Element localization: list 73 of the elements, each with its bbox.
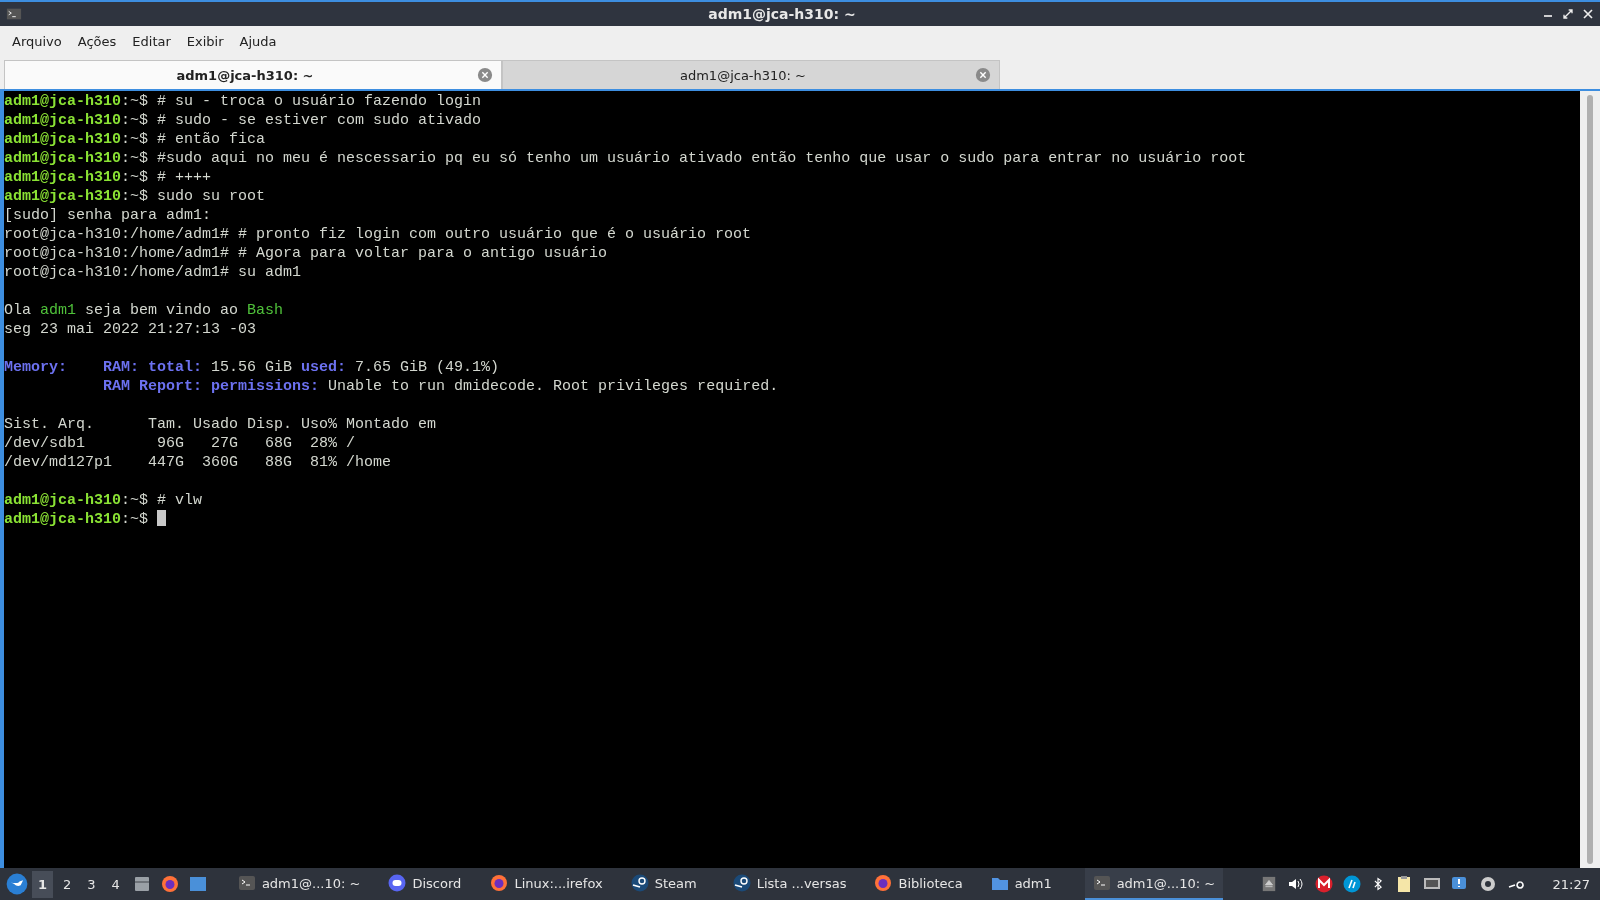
terminal-text: adm1@jca-h310 — [4, 169, 122, 186]
terminal-text: :~$ — [121, 511, 150, 528]
tab[interactable]: adm1@jca-h310: ~ — [502, 60, 1000, 89]
settings-icon[interactable] — [1478, 875, 1497, 893]
workspace-button[interactable]: 1 — [32, 870, 54, 898]
workspace-button[interactable]: 3 — [81, 870, 102, 898]
terminal-text: :~$ # então fica — [121, 131, 266, 148]
taskbar-window-button[interactable]: Lista ...versas — [724, 868, 855, 900]
terminal-text: adm1@jca-h310 — [4, 93, 122, 110]
terminal-text: Ola — [4, 302, 32, 319]
tab-label: adm1@jca-h310: ~ — [679, 67, 807, 83]
terminal-text: :~$ #sudo aqui no meu é nescessario pq eu só tenho um usuário ativado então tenho que usar o sudo para entrar no usuário root — [121, 150, 1247, 167]
bird-logo-icon[interactable] — [6, 873, 28, 895]
close-icon[interactable] — [1582, 8, 1594, 20]
terminal-text: adm1@jca-h310 — [4, 131, 122, 148]
terminal-text: adm1@jca-h310 — [4, 150, 122, 167]
taskbar-window-button[interactable]: Steam — [622, 868, 713, 900]
window-title: adm1@jca-h310: ~ — [707, 6, 857, 22]
terminal-text: RAM Report: permissions: — [102, 378, 320, 395]
terminal-text: /dev/sdb1 96G 27G 68G 28% / — [4, 435, 356, 452]
terminal-text: root@jca-h310:/home/adm1# # pronto fiz login com outro usuário que é o usuário root — [4, 226, 752, 243]
terminal-text: /dev/md127p1 447G 360G 88G 81% /home — [4, 454, 392, 471]
terminal-text: :~$ # sudo - se estiver com sudo ativado — [121, 112, 482, 129]
menu-item[interactable]: Arquivo — [4, 33, 70, 49]
terminal-text: :~$ # su - troca o usuário fazendo login — [121, 93, 482, 110]
taskbar-window-button[interactable]: Discord — [380, 868, 471, 900]
tab-label: adm1@jca-h310: ~ — [175, 67, 315, 83]
terminal-text: adm1 — [40, 302, 77, 319]
taskbar-window-button[interactable]: adm1@...10: ~ — [229, 868, 369, 900]
clock[interactable]: 21:27 — [1552, 876, 1594, 892]
desktop-icon[interactable] — [188, 875, 207, 893]
taskbar-window-button[interactable]: adm1 — [982, 868, 1073, 900]
browser-icon — [160, 875, 179, 893]
terminal-icon — [237, 874, 256, 892]
terminal-text: seja bem vindo ao — [84, 302, 240, 319]
browser-icon — [490, 874, 509, 892]
terminal-text: Bash — [247, 302, 284, 319]
workspace-button[interactable]: 4 — [105, 870, 126, 898]
taskbar-window-button[interactable]: Biblioteca — [866, 868, 971, 900]
menu-item[interactable]: Ajuda — [231, 33, 285, 49]
mail-icon[interactable] — [1314, 875, 1333, 893]
terminal-text: adm1@jca-h310 — [4, 112, 122, 129]
menu-item[interactable]: Editar — [124, 33, 179, 49]
terminal-text: seg 23 mai 2022 21:27:13 -03 — [4, 321, 257, 338]
taskbar-window-button[interactable]: Linux:...irefox — [482, 868, 611, 900]
terminal-text: Memory: RAM: total: — [4, 359, 203, 376]
menu-item[interactable]: Exibir — [178, 33, 232, 49]
terminal-icon — [6, 6, 22, 22]
terminal-text: Sist. Arq. Tam. Usado Disp. Uso% Montado em — [4, 416, 437, 433]
terminal-text: adm1@jca-h310 — [4, 511, 122, 528]
terminal-text: :~$ # vlw — [121, 492, 203, 509]
workspace-button[interactable]: 2 — [57, 870, 78, 898]
menu-item[interactable]: Ações — [69, 33, 125, 49]
chat-icon — [388, 874, 407, 892]
taskbar-window-button[interactable]: adm1@...10: ~ — [1084, 868, 1224, 900]
file-cabinet-icon[interactable] — [132, 875, 151, 893]
terminal-text: 15.56 GiB — [210, 359, 294, 376]
browser-icon — [874, 874, 893, 892]
tab[interactable]: adm1@jca-h310: ~ — [4, 60, 502, 89]
terminal-text: [sudo] senha para adm1: — [4, 207, 212, 224]
terminal-text: root@jca-h310:/home/adm1# # Agora para voltar para o antigo usuário — [4, 245, 608, 262]
terminal-text: adm1@jca-h310 — [4, 492, 122, 509]
eject-icon[interactable] — [1260, 876, 1277, 892]
terminal-text: :~$ sudo su root — [121, 188, 266, 205]
terminal-text: Unable to run dmidecode. Root privileges required. — [327, 378, 779, 395]
terminal-icon — [1092, 874, 1111, 892]
terminal-text: adm1@jca-h310 — [4, 188, 122, 205]
maximize-icon[interactable] — [1562, 8, 1574, 20]
terminal-text: root@jca-h310:/home/adm1# su adm1 — [4, 264, 302, 281]
terminal-text: :~$ # ++++ — [121, 169, 212, 186]
scrollbar[interactable] — [1580, 91, 1600, 868]
terminal-text: used: — [301, 359, 347, 376]
terminal-text: 7.65 GiB (49.1%) — [354, 359, 500, 376]
